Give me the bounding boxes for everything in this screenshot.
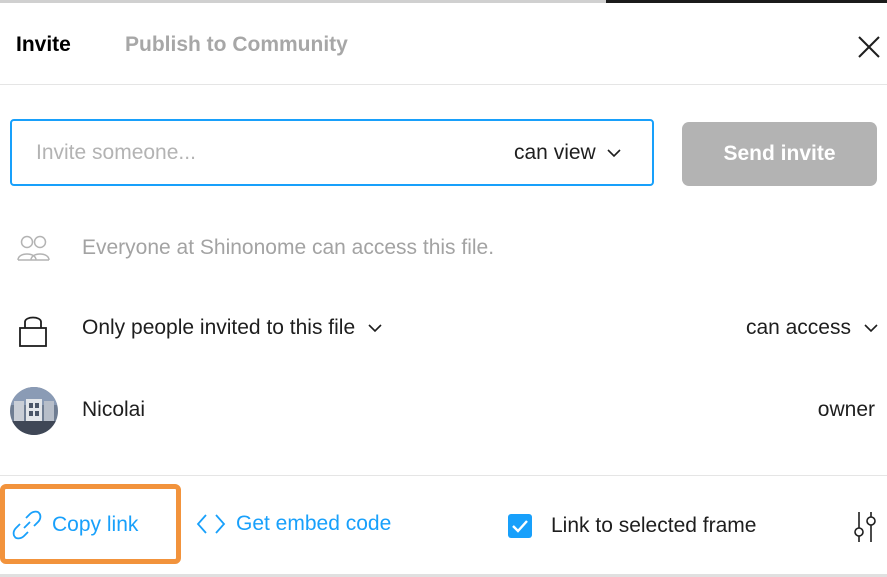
get-embed-code-button[interactable]: Get embed code — [196, 512, 391, 536]
share-dialog: Invite Publish to Community can view Sen… — [0, 0, 887, 577]
dialog-footer: Copy link Get embed code Link to selecte… — [0, 475, 887, 577]
copy-link-label: Copy link — [52, 513, 139, 536]
chevron-down-icon — [368, 324, 382, 333]
invite-field-container: can view — [10, 119, 654, 186]
close-button[interactable] — [855, 33, 883, 61]
member-row: Nicolai owner — [0, 386, 887, 436]
invite-permission-dropdown[interactable]: can view — [514, 138, 622, 168]
sliders-icon[interactable] — [850, 510, 880, 544]
lock-icon — [19, 316, 47, 347]
tab-publish-to-community[interactable]: Publish to Community — [125, 33, 348, 57]
code-icon — [196, 514, 226, 534]
link-access-dropdown[interactable]: can access — [746, 316, 879, 340]
avatar-image — [10, 387, 58, 435]
link-scope-label: Only people invited to this file — [82, 316, 356, 339]
link-scope-dropdown[interactable]: Only people invited to this file — [82, 316, 383, 340]
invite-input[interactable] — [36, 133, 476, 173]
link-to-frame-checkbox[interactable] — [508, 514, 532, 538]
checkmark-icon — [512, 520, 528, 533]
chevron-down-icon — [864, 324, 878, 333]
team-icon — [17, 235, 50, 261]
member-role: owner — [817, 398, 875, 421]
send-invite-button[interactable]: Send invite — [682, 122, 877, 186]
avatar — [10, 387, 58, 435]
link-to-frame-label: Link to selected frame — [551, 514, 757, 537]
get-embed-code-label: Get embed code — [236, 512, 392, 535]
close-icon — [858, 36, 880, 58]
link-settings-row: Only people invited to this file can acc… — [0, 310, 887, 350]
link-access-label: can access — [745, 316, 851, 339]
link-icon — [12, 510, 42, 540]
member-name: Nicolai — [82, 398, 146, 421]
team-access-row: Everyone at Shinonome can access this fi… — [0, 232, 887, 264]
tab-invite[interactable]: Invite — [16, 33, 71, 57]
dialog-header: Invite Publish to Community — [0, 3, 887, 85]
copy-link-button[interactable]: Copy link — [0, 484, 181, 564]
team-access-text: Everyone at Shinonome can access this fi… — [82, 236, 495, 259]
invite-permission-label: can view — [514, 141, 596, 164]
chevron-down-icon — [607, 149, 621, 158]
